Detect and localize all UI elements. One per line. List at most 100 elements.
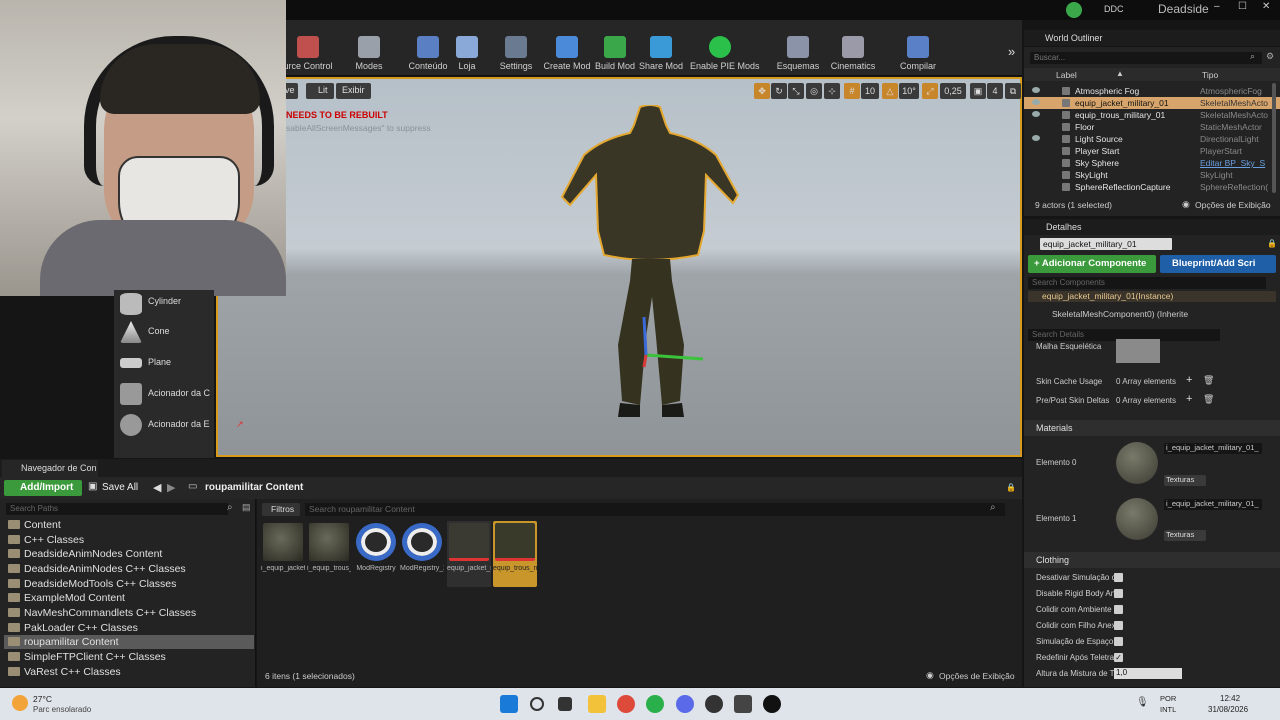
place-trigger-sphere[interactable]: Acionador da E [114, 411, 214, 439]
outliner-row[interactable]: Light Source DirectionalLight [1024, 133, 1280, 145]
eye-icon[interactable] [1032, 87, 1040, 93]
scale-snap-icon[interactable]: ⤢ [922, 83, 938, 99]
tree-item-selected[interactable]: roupamilitar Content [8, 636, 119, 650]
checkbox[interactable] [1114, 589, 1123, 598]
level-viewport[interactable]: ve Lit Exibir NEEDS TO BE REBUILT sableA… [216, 77, 1022, 457]
asset-search-input[interactable]: Search roupamilitar Content [305, 503, 1005, 516]
place-cone[interactable]: Cone [114, 318, 214, 346]
tree-item[interactable]: PakLoader C++ Classes [8, 622, 138, 636]
lang-1[interactable]: POR [1160, 694, 1176, 703]
outliner-row[interactable]: equip_trous_military_01 SkeletalMeshActo [1024, 109, 1280, 121]
modes-button[interactable]: Modes [339, 20, 399, 76]
eye-icon[interactable] [1032, 99, 1040, 105]
material-0-thumbnail[interactable] [1116, 442, 1158, 484]
spotify-icon[interactable] [646, 695, 664, 713]
character-mesh[interactable] [548, 105, 748, 425]
search-components-input[interactable]: Search Components [1028, 277, 1266, 289]
outliner-row[interactable]: SkyLight SkyLight [1024, 169, 1280, 181]
enable-pie-mods-button[interactable]: Enable PIE Mods [690, 20, 760, 76]
toolbar-overflow-icon[interactable]: » [1008, 44, 1015, 59]
angle-size[interactable]: 10° [899, 83, 919, 99]
outliner-row-selected[interactable]: equip_jacket_military_01 SkeletalMeshActo [1024, 97, 1280, 109]
maximize-viewport-icon[interactable]: ⧉ [1005, 83, 1021, 99]
asset-tile[interactable]: i_equip_jacket_military_01 [261, 521, 305, 587]
add-component-button[interactable]: + Adicionar Componente [1028, 255, 1156, 273]
weather-temp[interactable]: 27°C [33, 694, 52, 704]
tree-item[interactable]: DeadsideModTools C++ Classes [8, 578, 176, 592]
skeletal-mesh-component-row[interactable]: SkeletalMeshComponent0) (Inherite [1052, 309, 1188, 319]
outliner-row[interactable]: Player Start PlayerStart [1024, 145, 1280, 157]
tree-item[interactable]: ExampleMod Content [8, 592, 125, 606]
checkbox[interactable] [1114, 621, 1123, 630]
outliner-scrollbar[interactable] [1272, 83, 1276, 193]
weather-icon[interactable] [12, 695, 28, 711]
outliner-row[interactable]: Floor StaticMeshActor [1024, 121, 1280, 133]
tree-item[interactable]: SimpleFTPClient C++ Classes [8, 651, 166, 665]
back-icon[interactable]: ◀ [153, 481, 161, 494]
lock-icon[interactable]: 🔒 [1006, 483, 1016, 492]
layout-icon[interactable]: ▤ [242, 502, 251, 513]
clothing-section[interactable]: Clothing [1024, 552, 1280, 568]
tree-item[interactable]: DeadsideAnimNodes Content [8, 548, 162, 562]
lock-icon[interactable]: 🔒 [1267, 239, 1277, 248]
col-label[interactable]: Label [1056, 70, 1077, 80]
place-cylinder[interactable]: Cylinder [114, 290, 214, 318]
camera-speed-icon[interactable]: ▣ [970, 83, 986, 99]
tree-item[interactable]: NavMeshCommandlets C++ Classes [8, 607, 196, 621]
actor-name-input[interactable]: equip_jacket_military_01 [1040, 238, 1172, 250]
surface-snap-icon[interactable]: ⊹ [824, 83, 840, 99]
component-instance-row[interactable]: equip_jacket_military_01(Instance) [1028, 291, 1276, 302]
checkbox[interactable] [1114, 605, 1123, 614]
search-paths-input[interactable]: Search Paths [6, 503, 228, 515]
breadcrumb-path[interactable]: roupamilitar Content [205, 482, 303, 493]
scale-icon[interactable]: ⤡ [788, 83, 804, 99]
outliner-search-input[interactable]: Buscar... [1030, 52, 1262, 64]
tree-item[interactable]: C++ Classes [8, 534, 84, 548]
delete-icon[interactable]: 🗑 [1203, 375, 1214, 386]
texturas-1-button[interactable]: Texturas [1164, 530, 1206, 541]
unreal-editor-icon[interactable] [763, 695, 781, 713]
blueprint-button[interactable]: Blueprint/Add Scri [1160, 255, 1276, 273]
checkbox[interactable] [1114, 637, 1123, 646]
search-icon[interactable] [530, 697, 544, 711]
minimize-icon[interactable]: – [1214, 1, 1220, 12]
tree-item[interactable]: VaRest C++ Classes [8, 666, 121, 680]
save-all-button[interactable]: ▣ Save All [88, 480, 142, 496]
blueprints-button[interactable]: Esquemas [768, 20, 828, 76]
col-type[interactable]: Tipo [1202, 70, 1218, 80]
close-icon[interactable]: ✕ [1262, 1, 1270, 12]
material-1-dropdown[interactable]: i_equip_jacket_military_01_ [1164, 499, 1262, 510]
material-1-thumbnail[interactable] [1116, 498, 1158, 540]
grid-snap-icon[interactable]: # [844, 83, 860, 99]
blend-value-input[interactable]: 1,0 [1114, 668, 1182, 679]
grid-size[interactable]: 10 [861, 83, 879, 99]
place-plane[interactable]: Plane [114, 349, 214, 377]
windows-start-icon[interactable] [500, 695, 518, 713]
asset-tile[interactable]: i_equip_trous_military_01_oliva [307, 521, 351, 587]
materials-section[interactable]: Materials [1024, 420, 1280, 436]
eye-icon[interactable] [1032, 111, 1040, 117]
asset-tile-selected[interactable]: equip_trous_military_01_oliva [493, 521, 537, 587]
lit-button[interactable]: Lit [306, 83, 334, 99]
translate-icon[interactable]: ✥ [754, 83, 770, 99]
checkbox[interactable] [1114, 573, 1123, 582]
source-control-status-icon[interactable] [1066, 2, 1082, 18]
texturas-0-button[interactable]: Texturas [1164, 475, 1206, 486]
asset-tile[interactable]: equip_jacket_military_01_oliva [447, 521, 491, 587]
obs-icon[interactable] [705, 695, 723, 713]
chrome-icon[interactable] [617, 695, 635, 713]
share-mod-button[interactable]: Share Mod [631, 20, 691, 76]
tree-item[interactable]: Content [8, 519, 61, 533]
ddc-indicator[interactable]: DDC [1104, 4, 1124, 14]
maximize-icon[interactable]: ☐ [1238, 1, 1247, 12]
compile-button[interactable]: Compilar [888, 20, 948, 76]
camera-speed[interactable]: 4 [987, 83, 1003, 99]
delete-icon[interactable]: 🗑 [1203, 394, 1214, 405]
add-element-icon[interactable]: + [1186, 393, 1192, 405]
scale-size[interactable]: 0,25 [940, 83, 966, 99]
terminal-icon[interactable] [734, 695, 752, 713]
outliner-row[interactable]: Sky Sphere Editar BP_Sky_S [1024, 157, 1280, 169]
mic-icon[interactable]: 🎙 [1136, 697, 1149, 708]
outliner-row[interactable]: SphereReflectionCapture SphereReflection( [1024, 181, 1280, 193]
details-tab[interactable]: Detalhes [1024, 219, 1280, 235]
